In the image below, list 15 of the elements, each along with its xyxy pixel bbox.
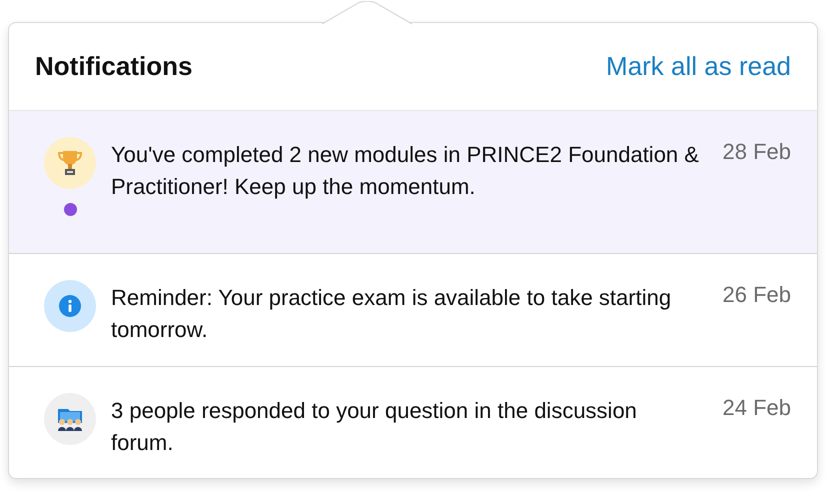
notification-text: 3 people responded to your question in the discussion forum. [111,396,638,456]
notification-item[interactable]: 3 people responded to your question in the discussion forum. 24 Feb [9,366,817,478]
notification-item[interactable]: You've completed 2 new modules in PRINCE2 Foundation & Practitioner! Keep up the momentum. 28 Feb [9,111,817,254]
panel-title: Notifications [35,51,192,82]
mark-all-read-link[interactable]: Mark all as read [606,51,791,82]
notification-date: 28 Feb [722,138,791,165]
notification-text: Reminder: Your practice exam is available to take starting tomorrow. [111,284,672,344]
notification-date: 26 Feb [722,281,791,308]
trophy-icon [44,137,96,189]
notification-item[interactable]: Reminder: Your practice exam is available to take starting tomorrow. 26 Feb [9,254,817,366]
unread-dot [64,203,76,216]
notification-text: You've completed 2 new modules in PRINCE2 Foundation & Practitioner! Keep up the momentum. [111,141,700,201]
notification-date: 24 Feb [722,394,791,420]
people-chat-icon [44,392,96,444]
info-icon [44,280,96,332]
